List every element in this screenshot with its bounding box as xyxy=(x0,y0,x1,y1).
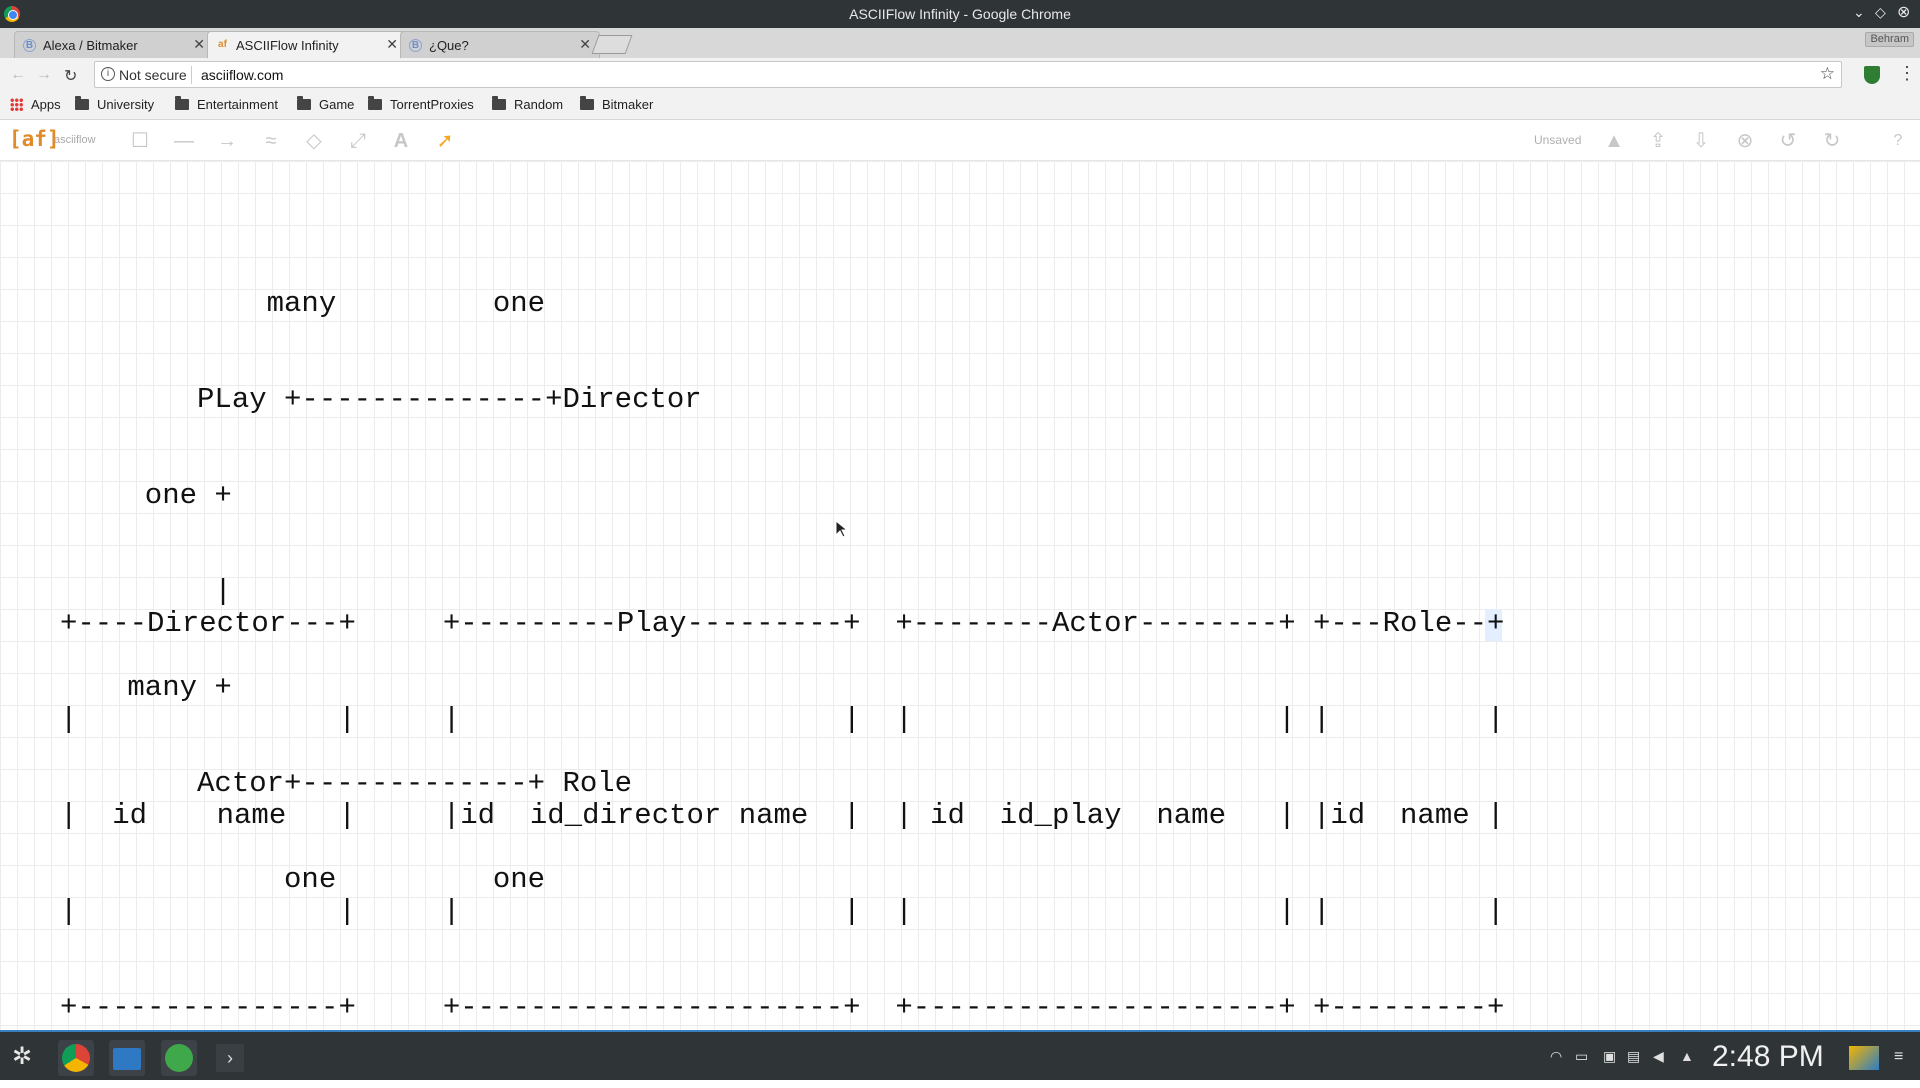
window-title: ASCIIFlow Infinity - Google Chrome xyxy=(849,6,1071,22)
diagram-line: many one xyxy=(110,287,546,320)
network-icon xyxy=(165,1044,193,1072)
bitmaker-favicon-icon: B xyxy=(409,39,422,52)
line-tool-icon[interactable]: — xyxy=(172,129,196,153)
box-tool-icon[interactable]: ☐ xyxy=(128,129,152,153)
tab-alexa-bitmaker[interactable]: B Alexa / Bitmaker ✕ xyxy=(14,31,214,58)
select-tool-icon[interactable]: ➚ xyxy=(433,129,457,153)
diagram-line: one + xyxy=(110,479,232,512)
security-label: Not secure xyxy=(119,67,187,83)
erase-tool-icon[interactable]: ◇ xyxy=(302,129,326,153)
tab-label: ASCIIFlow Infinity xyxy=(236,38,339,53)
minimize-icon[interactable]: ⌄ xyxy=(1853,4,1865,21)
diagram-line: | | | | | | | | xyxy=(60,895,1505,928)
taskbar-files[interactable] xyxy=(109,1040,145,1076)
bookmark-university[interactable]: University xyxy=(75,96,154,112)
asciiflow-name: asciiflow xyxy=(54,134,96,146)
taskbar-network[interactable] xyxy=(161,1040,197,1076)
asciiflow-logo: [af] xyxy=(9,127,60,151)
volume-icon[interactable]: ◀ xyxy=(1653,1048,1664,1065)
maximize-icon[interactable]: ◇ xyxy=(1875,4,1886,21)
bookmark-star-icon[interactable]: ☆ xyxy=(1820,64,1835,84)
save-status: Unsaved xyxy=(1534,133,1582,147)
clock[interactable]: 2:48 PM xyxy=(1712,1040,1824,1074)
folder-icon xyxy=(492,96,506,110)
text-tool-icon[interactable]: A xyxy=(389,129,413,153)
reload-icon[interactable]: ↻ xyxy=(64,66,77,86)
tab-label: Alexa / Bitmaker xyxy=(43,38,138,53)
redo-icon[interactable]: ↻ xyxy=(1820,129,1844,153)
bookmark-bitmaker[interactable]: Bitmaker xyxy=(580,96,653,112)
folder-icon xyxy=(297,96,311,110)
forward-icon[interactable]: → xyxy=(36,66,52,84)
bookmark-random[interactable]: Random xyxy=(492,96,563,112)
bookmark-apps[interactable]: Apps xyxy=(10,97,61,112)
extension-shield-icon[interactable] xyxy=(1864,66,1880,84)
bitmaker-favicon-icon: B xyxy=(23,39,36,52)
close-tab-icon[interactable]: ✕ xyxy=(386,36,398,53)
tables-diagram: +----Director---+ +---------Play--------… xyxy=(60,544,1504,1088)
undo-icon[interactable]: ↺ xyxy=(1776,129,1800,153)
asciiflow-toolbar: [af] asciiflow ☐ — → ≈ ◇ ⤢ A ➚ Unsaved ▲… xyxy=(0,121,1920,161)
show-desktop-icon[interactable] xyxy=(1849,1046,1879,1070)
drive-icon[interactable]: ▲ xyxy=(1602,129,1626,153)
help-icon[interactable]: ? xyxy=(1886,129,1910,153)
export-icon[interactable]: ⇪ xyxy=(1646,129,1670,153)
diagram-line: | | | | | | | | xyxy=(60,703,1505,736)
new-tab-button[interactable] xyxy=(591,35,633,54)
browser-toolbar: ← → ↻ i Not secure asciiflow.com ☆ ⋮ xyxy=(0,58,1920,93)
battery-icon[interactable]: ▭ xyxy=(1575,1048,1588,1065)
close-tab-icon[interactable]: ✕ xyxy=(579,36,591,53)
bookmark-game[interactable]: Game xyxy=(297,96,354,112)
diagram-line: | id name | |id id_director name | | id … xyxy=(60,799,1505,832)
freeform-tool-icon[interactable]: ≈ xyxy=(259,129,283,153)
bookmark-entertainment[interactable]: Entertainment xyxy=(175,96,278,112)
file-manager-icon xyxy=(113,1048,141,1070)
taskbar: ✲ › ◠ ▭ ▣ ▤ ◀ ▲ 2:48 PM ≡ xyxy=(0,1030,1920,1080)
close-tab-icon[interactable]: ✕ xyxy=(193,36,205,53)
diagram-line: +----Director---+ +---------Play--------… xyxy=(60,607,1505,640)
tray-expand-icon[interactable]: ▲ xyxy=(1680,1048,1694,1064)
resize-tool-icon[interactable]: ⤢ xyxy=(346,129,370,153)
tab-que[interactable]: B ¿Que? ✕ xyxy=(400,31,600,58)
bookmarks-bar: Apps University Entertainment Game Torre… xyxy=(0,93,1920,120)
window-titlebar: ASCIIFlow Infinity - Google Chrome ⌄ ◇ ⊗ xyxy=(0,0,1920,28)
chrome-icon xyxy=(62,1044,90,1072)
apps-grid-icon xyxy=(10,98,23,111)
folder-icon xyxy=(368,96,382,110)
tab-strip: B Alexa / Bitmaker ✕ af ASCIIFlow Infini… xyxy=(0,28,1920,58)
diagram-line: PLay +--------------+Director xyxy=(110,383,702,416)
tab-label: ¿Que? xyxy=(429,38,469,53)
address-bar[interactable]: i Not secure asciiflow.com ☆ xyxy=(94,61,1842,88)
close-window-icon[interactable]: ⊗ xyxy=(1897,2,1910,22)
folder-icon xyxy=(75,96,89,110)
folder-icon xyxy=(580,96,594,110)
menu-icon[interactable]: ≡ xyxy=(1894,1048,1903,1066)
taskbar-terminal[interactable]: › xyxy=(212,1040,248,1076)
back-icon[interactable]: ← xyxy=(10,66,26,84)
clipboard-icon[interactable]: ▤ xyxy=(1627,1048,1640,1065)
bookmark-torrentproxies[interactable]: TorrentProxies xyxy=(368,96,474,112)
diagram-line: +---------------+ +---------------------… xyxy=(60,991,1505,1024)
divider xyxy=(191,66,192,84)
asciiflow-favicon-icon: af xyxy=(218,39,227,50)
profile-button[interactable]: Behram xyxy=(1865,32,1914,47)
tab-asciiflow[interactable]: af ASCIIFlow Infinity ✕ xyxy=(207,31,407,58)
import-icon[interactable]: ⇩ xyxy=(1689,129,1713,153)
clear-icon[interactable]: ⊗ xyxy=(1733,129,1757,153)
url-text[interactable]: asciiflow.com xyxy=(201,67,283,83)
taskbar-chrome[interactable] xyxy=(58,1040,94,1076)
wifi-icon[interactable]: ◠ xyxy=(1550,1048,1562,1065)
info-icon[interactable]: i xyxy=(101,67,115,81)
menu-icon[interactable]: ⋮ xyxy=(1898,63,1916,84)
arrow-tool-icon[interactable]: → xyxy=(215,129,239,153)
terminal-icon: › xyxy=(216,1044,244,1072)
folder-icon xyxy=(175,96,189,110)
drawing-canvas[interactable]: many one PLay +--------------+Director o… xyxy=(0,161,1920,1030)
launcher-icon[interactable]: ✲ xyxy=(12,1042,32,1071)
lock-icon[interactable]: ▣ xyxy=(1603,1048,1616,1065)
